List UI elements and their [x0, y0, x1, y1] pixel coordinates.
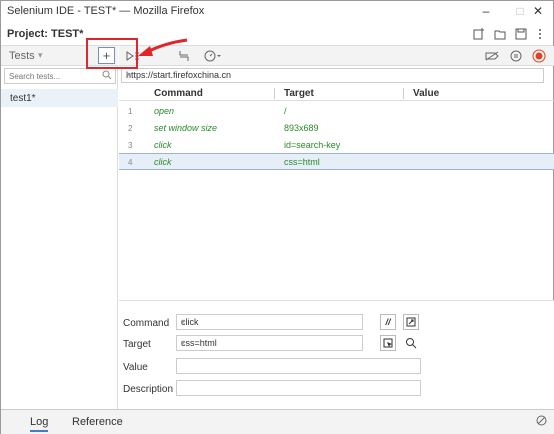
ide-window: Selenium IDE - TEST* — Mozilla Firefox –… — [0, 0, 554, 434]
tests-panel: Tests ▾ + test1* — [1, 46, 118, 409]
command-column-header: Command — [154, 88, 203, 99]
row-number: 4 — [128, 158, 133, 167]
disable-breakpoints-icon[interactable] — [484, 48, 500, 64]
row-target: css=html — [284, 157, 320, 167]
project-title: Project: TEST* — [7, 28, 84, 40]
tab-reference[interactable]: Reference — [72, 416, 123, 428]
row-target: id=search-key — [284, 140, 341, 150]
minimize-button[interactable]: – — [469, 1, 503, 21]
command-editor: Command click ▾ // Target css=html ▾ Val… — [119, 301, 554, 409]
clear-log-icon[interactable] — [536, 415, 547, 429]
find-target-icon[interactable] — [403, 335, 419, 351]
tests-label[interactable]: Tests — [9, 50, 35, 62]
row-number: 3 — [128, 141, 133, 150]
value-label: Value — [123, 362, 148, 373]
comment-button[interactable]: // — [380, 314, 396, 330]
row-command: click — [154, 157, 172, 167]
table-row[interactable]: 3 click id=search-key — [119, 137, 554, 154]
open-project-icon[interactable] — [492, 26, 508, 42]
url-dropdown-icon[interactable]: ▾ — [126, 70, 539, 79]
open-docs-icon[interactable] — [403, 314, 419, 330]
command-label: Command — [123, 318, 170, 329]
more-menu-icon[interactable] — [532, 26, 548, 42]
new-project-icon[interactable] — [471, 26, 487, 42]
description-label: Description — [123, 384, 174, 395]
table-header: Command Target Value — [119, 86, 554, 101]
row-command: set window size — [154, 123, 218, 133]
base-url-field[interactable]: https://start.firefoxchina.cn ▾ — [121, 68, 544, 83]
row-target: / — [284, 106, 287, 116]
target-label: Target — [123, 339, 151, 350]
highlight-box — [86, 38, 138, 69]
test-item-label: test1* — [10, 93, 36, 104]
annotation-arrow — [138, 38, 188, 56]
target-dropdown-icon[interactable]: ▾ — [181, 338, 356, 347]
column-separator — [274, 88, 275, 99]
command-table: Command Target Value 1 open / 2 set wind… — [119, 86, 554, 300]
window-title: Selenium IDE - TEST* — Mozilla Firefox — [7, 5, 205, 17]
select-target-icon[interactable] — [380, 335, 396, 351]
command-field[interactable]: click ▾ — [176, 314, 363, 330]
table-row-selected[interactable]: 4 click css=html — [119, 153, 554, 170]
target-column-header: Target — [284, 88, 314, 99]
title-bar: Selenium IDE - TEST* — Mozilla Firefox –… — [1, 1, 553, 21]
save-project-icon[interactable] — [513, 26, 529, 42]
description-field[interactable] — [176, 380, 421, 396]
row-number: 1 — [128, 107, 133, 116]
tests-dropdown-icon[interactable]: ▾ — [38, 50, 43, 61]
bottom-tabs: Log Reference — [1, 409, 554, 434]
pause-icon[interactable] — [508, 48, 524, 64]
command-dropdown-icon[interactable]: ▾ — [181, 317, 356, 326]
search-tests-box — [4, 68, 116, 84]
value-column-header: Value — [413, 88, 440, 99]
speed-icon[interactable] — [203, 48, 223, 64]
row-command: click — [154, 140, 172, 150]
tab-log[interactable]: Log — [30, 416, 49, 432]
record-icon[interactable] — [531, 48, 547, 64]
table-row[interactable]: 2 set window size 893x689 — [119, 120, 554, 137]
row-target: 893x689 — [284, 123, 319, 133]
row-command: open — [154, 106, 175, 116]
row-number: 2 — [128, 124, 133, 133]
search-icon — [102, 70, 112, 83]
test-item[interactable]: test1* — [1, 89, 118, 107]
project-bar: Project: TEST* — [1, 22, 553, 46]
target-field[interactable]: css=html ▾ — [176, 335, 363, 351]
search-tests-input[interactable] — [5, 69, 97, 83]
value-field[interactable] — [176, 358, 421, 374]
table-row[interactable]: 1 open / — [119, 103, 554, 120]
close-button[interactable]: ✕ — [521, 1, 554, 21]
column-separator — [403, 88, 404, 99]
